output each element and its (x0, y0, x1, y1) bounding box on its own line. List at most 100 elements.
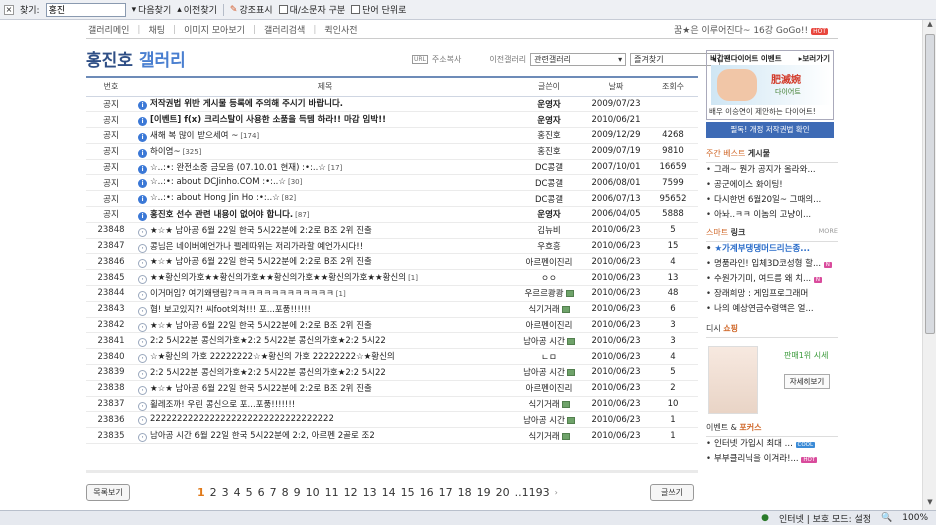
page-link[interactable]: 13 (363, 486, 377, 499)
list-view-button[interactable]: 목록보기 (86, 484, 130, 501)
page-link[interactable]: 11 (325, 486, 339, 499)
table-row[interactable]: 23840 · ☆★황신의 가호 22222222☆★황신의 가호 22222222… (86, 348, 698, 366)
find-next-button[interactable]: ▾ 다음찾기 (132, 3, 172, 17)
security-zone[interactable]: 인터넷 | 보호 모드: 설정 (779, 512, 871, 525)
subject-text[interactable]: 2222222222222222222222222222222222 (150, 414, 334, 424)
page-link[interactable]: 18 (458, 486, 472, 499)
page-link[interactable]: 17 (439, 486, 453, 499)
table-row[interactable]: 23838 · ★☆★ 남아공 6월 22일 한국 5시22분에 2:2로 B조 2… (86, 380, 698, 397)
post-writer[interactable]: DC콩갤 (514, 159, 584, 176)
post-writer[interactable]: DC콩갤 (514, 174, 584, 192)
post-subject[interactable]: · 혐! 보고있지?! 씨foot외쳐!!! 포...포풍!!!!!! (136, 301, 514, 318)
page-link[interactable]: 15 (401, 486, 415, 499)
related-gallery-select[interactable]: 관련갤러리 ▾ (530, 53, 627, 66)
page-link[interactable]: 12 (344, 486, 358, 499)
post-writer[interactable]: 식기거래 (514, 427, 584, 445)
weekly-best-item[interactable]: 그래~ 뭔가 공지가 올라와... (706, 163, 838, 178)
weekly-best-item[interactable]: 아놔..ㅋㅋ 이놈의 고냥이... (706, 208, 838, 223)
subject-text[interactable]: ★☆★ 남아공 6월 22일 한국 5시22분에 2:2로 B조 2위 진출 (150, 226, 372, 236)
post-writer[interactable]: 우르르쾅쾅 (514, 285, 584, 302)
table-row[interactable]: 23841 · 2:2 5시22분 콩신의가호★2:2 5시22분 콩신의가호★2:… (86, 332, 698, 350)
nav-image-collection[interactable]: 이미지 모아보기 (184, 23, 245, 36)
whole-word-checkbox[interactable]: 단어 단위로 (351, 3, 406, 16)
page-link[interactable]: 19 (477, 486, 491, 499)
post-subject[interactable]: · 콩님은 네이버예언가나 펠레따위는 저리가라할 예언가시다!! (136, 238, 514, 255)
post-subject[interactable]: · ★☆★ 남아공 6월 22일 한국 5시22분에 2:2로 B조 2위 진출 (136, 253, 514, 271)
table-row[interactable]: 23836 · 2222222222222222222222222222222222… (86, 411, 698, 429)
table-row[interactable]: 23845 · ★★황신의가호★★황신의가호★★황신의가호★★황신의가호★★황신의[… (86, 269, 698, 287)
page-link[interactable]: 16 (420, 486, 434, 499)
vertical-scrollbar[interactable]: ▲ ▼ (922, 20, 936, 510)
subject-text[interactable]: 혐! 보고있지?! 씨foot외쳐!!! 포...포풍!!!!!! (150, 305, 311, 315)
table-row[interactable]: 23837 · 휠레조까! 우린 콩신으로 포...포풍!!!!!!! 식기거래 201… (86, 396, 698, 413)
post-subject[interactable]: i [이벤트] f(x) 크리스탈이 사용한 소품을 득템 하라!! 마감 임박!… (136, 111, 514, 129)
subject-text[interactable]: 2:2 5시22분 콩신의가호★2:2 5시22분 콩신의가호★2:2 5시22 (150, 336, 386, 346)
nav-chat[interactable]: 채팅 (148, 23, 165, 36)
notice-row[interactable]: 공지 i 새해 복 많이 받으세여 ~ [174] 홍진호 2009/12/29 4268 (86, 127, 698, 144)
event-item[interactable]: 부부클리닉을 이겨라!... HOT (706, 452, 838, 467)
page-link[interactable]: 9 (294, 486, 301, 499)
table-row[interactable]: 23843 · 혐! 보고있지?! 씨foot외쳐!!! 포...포풍!!!!!! 식… (86, 301, 698, 318)
post-subject[interactable]: i 하이염~ [325] (136, 143, 514, 160)
post-subject[interactable]: i ☆..:•: about DCJinho.COM :•:..☆ [30] (136, 174, 514, 192)
post-writer[interactable]: 운영자 (514, 111, 584, 129)
view-more-link[interactable]: ▸보러가기 (799, 53, 830, 64)
post-writer[interactable]: 홍진호 (514, 127, 584, 144)
subject-text[interactable]: 남아공 시간 6월 22일 한국 5시22분에 2:2, 아르펜 2골로 조2 (150, 431, 375, 441)
copy-address-link[interactable]: 주소복사 (432, 54, 461, 65)
post-writer[interactable]: 김뉴비 (514, 222, 584, 239)
notice-row[interactable]: 공지 i ☆..:•: about DCJinho.COM :•:..☆ [30] DC… (86, 174, 698, 192)
smart-link-item[interactable]: 수원가기미, 여드름 왜 치... N (706, 272, 838, 287)
copyright-notice-button[interactable]: 필독! 개정 저작권법 확인 (706, 122, 834, 138)
post-writer[interactable]: 아르펜이진리 (514, 380, 584, 397)
table-row[interactable]: 23846 · ★☆★ 남아공 6월 22일 한국 5시22분에 2:2로 B조 2… (86, 253, 698, 271)
smart-link-item[interactable]: 나의 예상연금수령액은 얼... (706, 302, 838, 317)
notice-row[interactable]: 공지 i ☆..:•: about Hong Jin Ho :•:..☆ [82] DC… (86, 190, 698, 208)
notice-row[interactable]: 공지 i 저작권법 위반 게시물 등록에 주의해 주시기 바랍니다. 운영자 2009/… (86, 96, 698, 113)
diet-event-banner[interactable]: 비갑팬다이어트 이벤트 ▸보러가기 肥滅婉 다이어트 배우 이승연이 제안하는 다… (706, 50, 834, 120)
post-writer[interactable]: 홍진호 (514, 143, 584, 160)
subject-text[interactable]: 2:2 5시22분 콩신의가호★2:2 5시22분 콩신의가호★2:2 5시22 (150, 368, 386, 378)
subject-text[interactable]: 저작권법 위반 게시물 등록에 주의해 주시기 바랍니다. (150, 99, 343, 109)
write-button[interactable]: 글쓰기 (650, 484, 694, 501)
nav-quick-dictionary[interactable]: 퀵인사전 (324, 23, 357, 36)
subject-text[interactable]: ★☆★ 남아공 6월 22일 한국 5시22분에 2:2로 B조 2위 진출 (150, 321, 372, 331)
post-subject[interactable]: · ★☆★ 남아공 6월 22일 한국 5시22분에 2:2로 B조 2위 진출 (136, 222, 514, 239)
page-link[interactable]: 8 (282, 486, 289, 499)
post-subject[interactable]: · ★☆★ 남아공 6월 22일 한국 5시22분에 2:2로 B조 2위 진출 (136, 380, 514, 397)
table-row[interactable]: 23835 · 남아공 시간 6월 22일 한국 5시22분에 2:2, 아르펜 2… (86, 427, 698, 445)
post-writer[interactable]: 아르펜이진리 (514, 253, 584, 271)
smart-link-item[interactable]: 장래희망 : 게임프로그래머 (706, 287, 838, 302)
close-icon[interactable]: × (4, 4, 14, 15)
subject-text[interactable]: ☆..:•: about DCJinho.COM :•:..☆ (150, 177, 286, 187)
scroll-up-icon[interactable]: ▲ (923, 20, 936, 32)
post-writer[interactable]: 남아공 시간 (514, 411, 584, 429)
subject-text[interactable]: ★☆★ 남아공 6월 22일 한국 5시22분에 2:2로 B조 2위 진출 (150, 384, 372, 394)
post-writer[interactable]: 식기거래 (514, 396, 584, 413)
post-subject[interactable]: · ★☆★ 남아공 6월 22일 한국 5시22분에 2:2로 B조 2위 진출 (136, 317, 514, 334)
post-writer[interactable]: 우흐흥 (514, 238, 584, 255)
page-link[interactable]: 14 (382, 486, 396, 499)
subject-text[interactable]: 새해 복 많이 받으세여 ~ (150, 131, 238, 141)
post-subject[interactable]: i 저작권법 위반 게시물 등록에 주의해 주시기 바랍니다. (136, 96, 514, 113)
subject-text[interactable]: ☆..:•: 완전소중 금모음 (07.10.01 현재) :•:..☆ (150, 163, 326, 173)
post-writer[interactable]: ㄴㅁ (514, 348, 584, 366)
nav-gallery-main[interactable]: 갤러리메인 (88, 23, 129, 36)
table-row[interactable]: 23848 · ★☆★ 남아공 6월 22일 한국 5시22분에 2:2로 B조 2… (86, 222, 698, 239)
subject-text[interactable]: ★★황신의가호★★황신의가호★★황신의가호★★황신의가호★★황신의 (150, 273, 406, 283)
subject-text[interactable]: [이벤트] f(x) 크리스탈이 사용한 소품을 득템 하라!! 마감 임박!! (150, 115, 386, 125)
post-subject[interactable]: · 남아공 시간 6월 22일 한국 5시22분에 2:2, 아르펜 2골로 조2 (136, 427, 514, 445)
post-subject[interactable]: · ☆★황신의 가호 22222222☆★황신의 가호 22222222☆★황신의 (136, 348, 514, 366)
scroll-down-icon[interactable]: ▼ (923, 498, 936, 510)
page-link[interactable]: 10 (306, 486, 320, 499)
subject-text[interactable]: ☆..:•: about Hong Jin Ho :•:..☆ (150, 193, 280, 203)
notice-row[interactable]: 공지 i ☆..:•: 완전소중 금모음 (07.10.01 현재) :•:..☆[… (86, 159, 698, 176)
smart-link-item[interactable]: ★가계부댕댕머드리는종... (706, 242, 838, 257)
slogan-link[interactable]: 꿈★은 이루어진다~ 16강 GoGo!! HOT (674, 23, 828, 36)
page-link[interactable]: 2 (210, 486, 217, 499)
subject-text[interactable]: 홍진호 선수 관련 내용이 없어야 합니다. (150, 210, 293, 220)
details-button[interactable]: 자세히보기 (784, 374, 830, 389)
scroll-thumb[interactable] (925, 34, 935, 334)
post-subject[interactable]: · 2:2 5시22분 콩신의가호★2:2 5시22분 콩신의가호★2:2 5시2… (136, 364, 514, 381)
notice-row[interactable]: 공지 i [이벤트] f(x) 크리스탈이 사용한 소품을 득템 하라!! 마감 임… (86, 111, 698, 129)
